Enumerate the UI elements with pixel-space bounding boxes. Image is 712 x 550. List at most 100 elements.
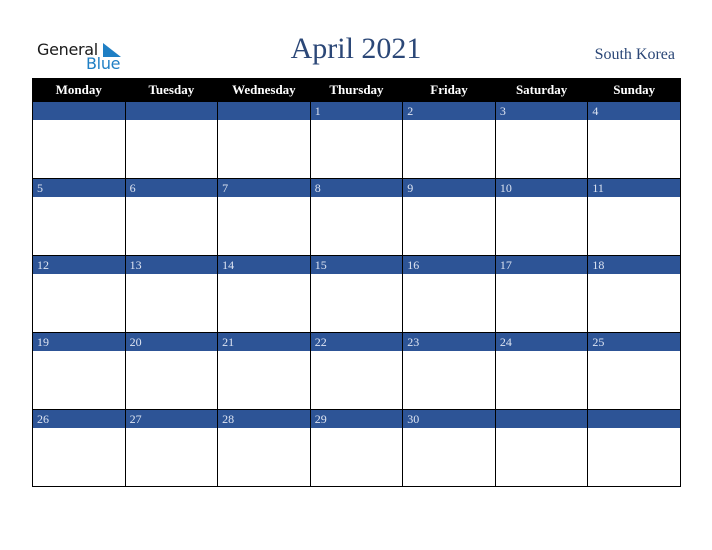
day-notes-area	[311, 428, 403, 486]
day-number	[125, 102, 218, 120]
day-notes-area	[403, 197, 495, 255]
week-row: 19 20 21 22 23 24 25	[32, 332, 681, 410]
day-cell[interactable]: 3	[494, 101, 589, 179]
day-cell[interactable]: 30	[402, 409, 496, 487]
day-cell[interactable]: 19	[32, 332, 126, 410]
day-number: 1	[310, 102, 403, 120]
day-number: 29	[310, 410, 403, 428]
day-number	[588, 410, 680, 428]
day-notes-area	[403, 428, 495, 486]
day-number: 21	[218, 333, 310, 351]
day-cell[interactable]: 10	[494, 178, 589, 256]
day-cell[interactable]: 25	[587, 332, 681, 410]
day-cell[interactable]	[32, 101, 126, 179]
day-cell[interactable]: 16	[402, 255, 496, 333]
day-notes-area	[33, 120, 125, 178]
day-number: 18	[588, 256, 680, 274]
day-cell[interactable]: 2	[402, 101, 496, 179]
day-cell[interactable]: 7	[217, 178, 311, 256]
day-cell[interactable]: 29	[309, 409, 404, 487]
day-cell[interactable]: 11	[587, 178, 681, 256]
day-cell[interactable]: 21	[217, 332, 311, 410]
day-notes-area	[218, 274, 310, 332]
day-cell[interactable]: 5	[32, 178, 126, 256]
day-notes-area	[588, 351, 680, 409]
day-cell[interactable]: 14	[217, 255, 311, 333]
day-number: 4	[588, 102, 680, 120]
day-notes-area	[588, 428, 680, 486]
weekday-header: Sunday	[587, 78, 681, 102]
day-number: 13	[125, 256, 218, 274]
day-cell[interactable]: 24	[494, 332, 589, 410]
day-number: 30	[403, 410, 495, 428]
day-cell[interactable]	[217, 101, 311, 179]
day-notes-area	[218, 120, 310, 178]
day-cell[interactable]: 22	[309, 332, 404, 410]
day-cell[interactable]: 23	[402, 332, 496, 410]
day-notes-area	[403, 274, 495, 332]
day-cell[interactable]	[124, 101, 219, 179]
day-notes-area	[218, 351, 310, 409]
day-number: 28	[218, 410, 310, 428]
day-number: 6	[125, 179, 218, 197]
day-number: 7	[218, 179, 310, 197]
day-notes-area	[588, 120, 680, 178]
week-row: 1234	[32, 101, 681, 179]
weekday-header: Saturday	[494, 78, 589, 102]
day-cell[interactable]: 8	[309, 178, 404, 256]
day-cell[interactable]: 26	[32, 409, 126, 487]
calendar-grid: Monday Tuesday Wednesday Thursday Friday…	[32, 78, 681, 487]
day-notes-area	[311, 351, 403, 409]
day-cell[interactable]: 13	[124, 255, 219, 333]
weekday-header: Monday	[32, 78, 126, 102]
day-notes-area	[33, 351, 125, 409]
day-cell[interactable]	[494, 409, 589, 487]
day-number: 2	[403, 102, 495, 120]
day-number: 20	[125, 333, 218, 351]
day-cell[interactable]: 18	[587, 255, 681, 333]
day-cell[interactable]: 9	[402, 178, 496, 256]
day-number: 26	[33, 410, 125, 428]
day-number: 5	[33, 179, 125, 197]
day-number: 27	[125, 410, 218, 428]
day-cell[interactable]: 28	[217, 409, 311, 487]
day-notes-area	[218, 428, 310, 486]
day-cell[interactable]: 20	[124, 332, 219, 410]
day-notes-area	[126, 197, 218, 255]
weekday-header: Thursday	[309, 78, 404, 102]
day-cell[interactable]: 4	[587, 101, 681, 179]
day-number: 17	[495, 256, 588, 274]
day-number: 15	[310, 256, 403, 274]
day-notes-area	[33, 197, 125, 255]
weekday-header-row: Monday Tuesday Wednesday Thursday Friday…	[32, 78, 681, 102]
day-cell[interactable]: 15	[309, 255, 404, 333]
day-notes-area	[33, 274, 125, 332]
country-label: South Korea	[594, 46, 675, 63]
weekday-header: Tuesday	[124, 78, 219, 102]
day-cell[interactable]: 6	[124, 178, 219, 256]
weekday-header: Wednesday	[217, 78, 311, 102]
day-number: 11	[588, 179, 680, 197]
day-notes-area	[311, 274, 403, 332]
day-cell[interactable]: 27	[124, 409, 219, 487]
day-cell[interactable]	[587, 409, 681, 487]
day-cell[interactable]: 17	[494, 255, 589, 333]
day-notes-area	[218, 197, 310, 255]
day-notes-area	[126, 428, 218, 486]
day-notes-area	[33, 428, 125, 486]
day-notes-area	[126, 351, 218, 409]
day-number: 23	[403, 333, 495, 351]
day-notes-area	[496, 428, 588, 486]
day-notes-area	[403, 120, 495, 178]
day-number: 8	[310, 179, 403, 197]
day-cell[interactable]: 12	[32, 255, 126, 333]
day-notes-area	[496, 120, 588, 178]
day-notes-area	[403, 351, 495, 409]
day-notes-area	[588, 274, 680, 332]
day-number: 22	[310, 333, 403, 351]
day-cell[interactable]: 1	[309, 101, 404, 179]
day-number: 16	[403, 256, 495, 274]
day-number: 12	[33, 256, 125, 274]
day-number: 3	[495, 102, 588, 120]
day-number	[495, 410, 588, 428]
